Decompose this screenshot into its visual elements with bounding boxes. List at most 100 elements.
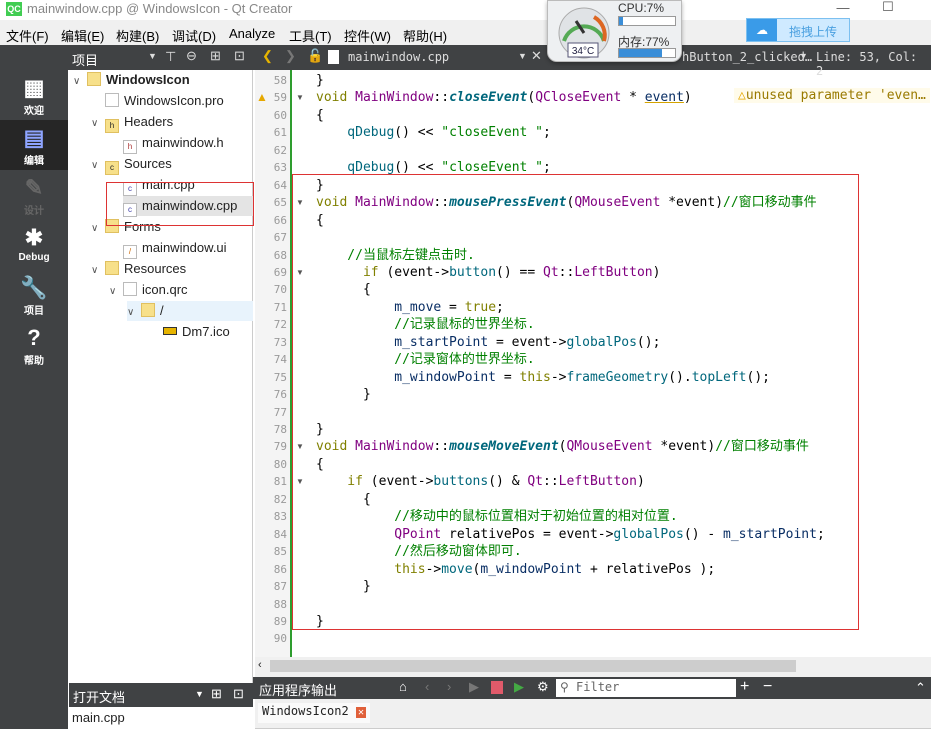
chevron-down-icon[interactable]: ∨: [91, 114, 105, 134]
menu-build[interactable]: 构建(B): [116, 26, 159, 45]
panel-selector[interactable]: 项目: [72, 50, 98, 69]
link-icon[interactable]: ⊖: [186, 48, 197, 64]
tree-node-resources[interactable]: ∨ Resources: [91, 259, 186, 279]
chevron-down-icon[interactable]: ∨: [109, 282, 123, 302]
fold-arrow-icon[interactable]: ▼: [296, 477, 304, 486]
chevron-down-icon[interactable]: ▼: [148, 51, 157, 61]
tree-node-file[interactable]: h mainwindow.h: [123, 133, 224, 154]
open-documents-header: 打开文档 ▼ ⊞ ⊡: [69, 683, 253, 707]
chevron-down-icon[interactable]: ▼: [195, 689, 204, 699]
line-number: 69: [273, 265, 287, 279]
code-token: ;: [543, 125, 551, 141]
temperature-readout: 34°C: [572, 46, 594, 57]
fold-arrow-icon[interactable]: ▼: [296, 268, 304, 277]
split-icon[interactable]: ⊞: [211, 686, 222, 702]
code-token: (: [527, 90, 536, 106]
cloud-icon: ☁: [747, 19, 777, 41]
close-document-icon[interactable]: ✕: [531, 48, 542, 64]
line-number: 61: [273, 126, 287, 140]
chevron-down-icon[interactable]: ∨: [127, 303, 141, 323]
fold-arrow-icon[interactable]: ▼: [296, 198, 304, 207]
filter-icon[interactable]: ⊤: [165, 49, 176, 65]
upload-button[interactable]: ☁ 拖拽上传: [746, 18, 850, 42]
open-documents-title: 打开文档: [73, 690, 126, 705]
zoom-in-icon[interactable]: +: [740, 678, 749, 696]
split-icon[interactable]: ⊞: [210, 48, 221, 64]
scrollbar-thumb[interactable]: [270, 660, 796, 672]
menu-edit[interactable]: 编辑(E): [61, 26, 104, 45]
editor-toolbar: 项目 ▼ ⊤ ⊖ ⊞ ⊡ ❮ ❯ 🔓 mainwindow.cpp ▼ ✕ hB…: [0, 45, 931, 78]
search-icon: ⚲: [560, 680, 569, 694]
open-file-selector[interactable]: mainwindow.cpp: [348, 50, 449, 64]
chevron-down-icon[interactable]: ▼: [799, 51, 808, 61]
line-number: 78: [273, 423, 287, 436]
chevron-down-icon[interactable]: ∨: [91, 219, 105, 239]
cpu-bar-fill: [619, 17, 623, 25]
tree-label: Headers: [124, 114, 174, 129]
previous-icon[interactable]: ‹: [425, 679, 429, 694]
tree-node-pro[interactable]: WindowsIcon.pro: [105, 91, 224, 111]
line-number: 62: [273, 143, 287, 157]
stop-icon[interactable]: [491, 681, 503, 694]
output-filter-input[interactable]: ⚲ Filter: [556, 679, 736, 697]
line-number: 80: [273, 457, 287, 471]
output-tab[interactable]: WindowsIcon2 ✕: [258, 703, 370, 723]
menu-debug[interactable]: 调试(D): [172, 26, 216, 45]
menu-file[interactable]: 文件(F): [6, 26, 49, 45]
maximize-button[interactable]: ☐: [878, 0, 898, 19]
tree-node-qrc[interactable]: ∨ icon.qrc: [109, 280, 188, 300]
tree-label: mainwindow.ui: [142, 240, 227, 255]
line-number: 76: [273, 388, 287, 402]
chevron-down-icon[interactable]: ∨: [91, 156, 105, 176]
qrc-file-icon: [123, 282, 137, 296]
open-document-item[interactable]: main.cpp: [72, 710, 125, 725]
menu-help[interactable]: 帮助(H): [403, 26, 447, 45]
highlight-box: [292, 174, 859, 630]
edit-icon: ▤: [23, 125, 45, 150]
maximize-pane-icon[interactable]: ⌃: [915, 680, 926, 696]
mode-label: 帮助: [24, 356, 44, 367]
symbol-selector[interactable]: hButton_2_clicked…: [682, 50, 812, 64]
mode-projects[interactable]: 🔧 项目: [0, 270, 68, 320]
fold-arrow-icon[interactable]: ▼: [296, 442, 304, 451]
close-tab-icon[interactable]: ✕: [355, 707, 366, 718]
mode-edit[interactable]: ▤ 编辑: [0, 120, 68, 170]
menu-widgets[interactable]: 控件(W): [344, 26, 391, 45]
fold-arrow-icon[interactable]: ▼: [296, 93, 304, 102]
upload-label: 拖拽上传: [789, 25, 838, 39]
gear-icon[interactable]: ⚙: [537, 679, 549, 695]
forward-icon[interactable]: ❯: [285, 48, 296, 64]
chevron-down-icon[interactable]: ∨: [73, 72, 87, 92]
next-icon[interactable]: ›: [447, 679, 451, 694]
chevron-down-icon[interactable]: ∨: [91, 261, 105, 281]
chevron-down-icon[interactable]: ▼: [518, 51, 527, 61]
mode-help[interactable]: ? 帮助: [0, 320, 68, 370]
code-token: event: [644, 90, 684, 106]
tree-node-prefix[interactable]: ∨ /: [127, 301, 253, 321]
tree-node-headers[interactable]: ∨ h Headers: [91, 112, 174, 134]
cpu-label: CPU:7%: [618, 1, 665, 15]
minimize-button[interactable]: —: [833, 0, 853, 20]
menu-analyze[interactable]: Analyze: [229, 26, 275, 41]
close-panel-icon[interactable]: ⊡: [233, 686, 244, 702]
menu-tools[interactable]: 工具(T): [289, 26, 332, 45]
back-icon[interactable]: ❮: [262, 48, 273, 64]
mode-welcome[interactable]: ▦ 欢迎: [0, 70, 68, 120]
system-monitor-widget[interactable]: 34°C CPU:7% 内存:77%: [547, 0, 682, 62]
line-number: 70: [273, 283, 287, 297]
title-bar: QC mainwindow.cpp @ WindowsIcon - Qt Cre…: [0, 0, 931, 20]
attach-debugger-icon[interactable]: ▶: [514, 679, 524, 695]
tree-node-project[interactable]: ∨ WindowsIcon: [73, 70, 190, 90]
line-number: 79: [273, 440, 287, 454]
tree-node-file[interactable]: / mainwindow.ui: [123, 238, 227, 259]
clear-icon[interactable]: ⌂: [399, 679, 407, 694]
close-panel-icon[interactable]: ⊡: [234, 48, 245, 64]
mode-debug[interactable]: ✱ Debug: [0, 220, 68, 270]
tree-label: Sources: [124, 156, 172, 171]
zoom-out-icon[interactable]: −: [763, 678, 772, 696]
tree-node-ico[interactable]: Dm7.ico: [163, 322, 230, 342]
run-icon[interactable]: ▶: [469, 679, 479, 695]
tree-node-sources[interactable]: ∨ c Sources: [91, 154, 172, 176]
scroll-left-icon[interactable]: ‹: [258, 659, 262, 671]
mode-design[interactable]: ✎ 设计: [0, 170, 68, 220]
